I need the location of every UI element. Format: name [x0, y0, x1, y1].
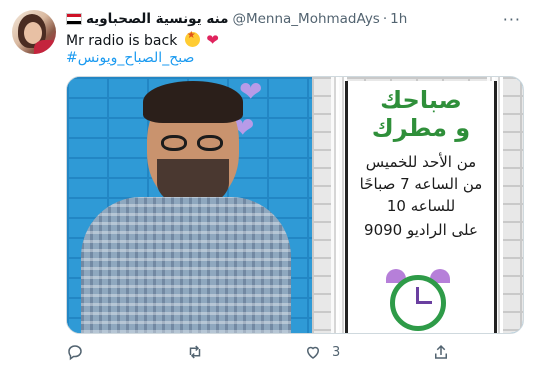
schedule-board: صباحك و مطرك من الأحد للخميس من الساعه 7… — [345, 81, 497, 333]
share-icon — [435, 344, 447, 359]
board-station: على الراديو 9090 — [364, 221, 478, 239]
tweet-media-image[interactable]: ❤ ❤ صباحك و مطرك من الأحد للخميس من السا… — [66, 76, 524, 334]
board-title-line2: و مطرك — [371, 114, 471, 142]
heart-icon — [306, 346, 320, 359]
display-name[interactable]: منه يونسية الصحباويه — [86, 11, 228, 27]
board-title-line1: صباحك — [380, 86, 462, 114]
board-days: من الأحد للخميس — [365, 153, 477, 171]
separator-dot: · — [382, 11, 388, 27]
glasses-icon — [161, 135, 227, 153]
board-end-time: للساعه 10 — [386, 197, 456, 215]
tweet-text: Mr radio is back ❤ — [66, 30, 219, 49]
user-handle[interactable]: @Menna_MohmadAys — [232, 11, 379, 27]
tweet-header: منه يونسية الصحباويه @Menna_MohmadAys · … — [66, 9, 495, 29]
timestamp[interactable]: 1h — [390, 11, 407, 27]
retweet-icon — [189, 345, 201, 359]
plaid-shirt — [81, 197, 291, 333]
alarm-clock-icon — [386, 269, 450, 331]
red-heart-icon: ❤ — [206, 31, 219, 49]
retweet-button[interactable] — [186, 340, 214, 364]
egypt-flag-icon — [66, 13, 82, 25]
tweet-text-content: Mr radio is back — [66, 33, 178, 49]
tweet-actions: 3 — [66, 340, 506, 364]
like-count: 3 — [332, 344, 341, 360]
star-struck-emoji-icon — [184, 30, 200, 47]
avatar[interactable] — [12, 10, 56, 54]
share-button[interactable] — [432, 340, 460, 364]
reply-button[interactable] — [66, 340, 94, 364]
like-button[interactable]: 3 — [304, 340, 340, 364]
reply-icon — [68, 345, 82, 361]
more-options-icon[interactable]: ··· — [503, 10, 521, 29]
hashtag-link[interactable]: #صبح_الصباح_ويونس — [66, 50, 194, 66]
board-start-time: من الساعه 7 صباحًا — [359, 175, 483, 193]
tweet[interactable]: منه يونسية الصحباويه @Menna_MohmadAys · … — [0, 0, 535, 378]
